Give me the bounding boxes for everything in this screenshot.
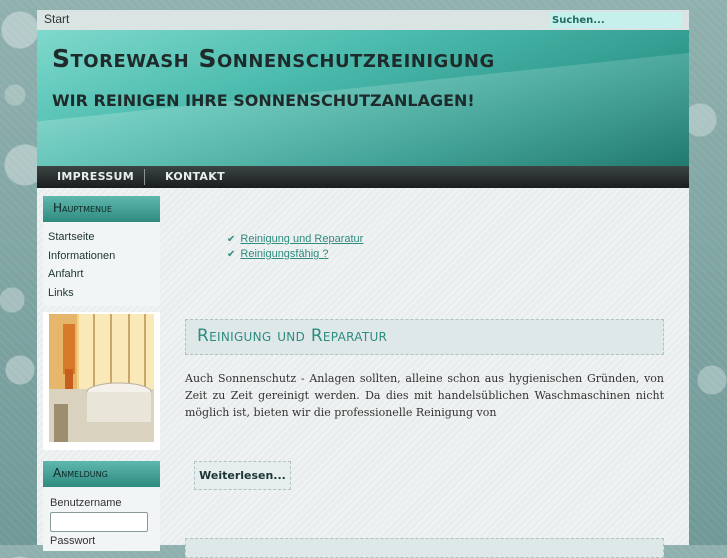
menu-item-anfahrt[interactable]: Anfahrt bbox=[48, 265, 160, 284]
mainmenu-heading: Hauptmenue bbox=[43, 196, 160, 222]
username-input[interactable] bbox=[50, 512, 148, 532]
bathroom-photo-image bbox=[49, 314, 154, 442]
login-heading: Anmeldung bbox=[43, 461, 160, 487]
list-item: ✔ Reinigungsfähig ? bbox=[227, 247, 363, 262]
article-links-list: ✔ Reinigung und Reparatur ✔ Reinigungsfähi… bbox=[227, 232, 363, 262]
top-bar: Start bbox=[37, 10, 689, 30]
page-container: Start Storewash Sonnenschutzreinigung WI… bbox=[37, 10, 689, 558]
list-item: ✔ Reinigung und Reparatur bbox=[227, 232, 363, 247]
site-subtitle: WIR REINIGEN IHRE SONNENSCHUTZANLAGEN! bbox=[52, 91, 475, 110]
menu-item-startseite[interactable]: Startseite bbox=[48, 228, 160, 247]
password-label: Passwort bbox=[50, 535, 96, 547]
check-icon: ✔ bbox=[227, 234, 236, 245]
article-title: Reinigung und Reparatur bbox=[197, 326, 388, 346]
nav-item-kontakt[interactable]: KONTAKT bbox=[165, 170, 225, 183]
article-title-box: Reinigung und Reparatur bbox=[185, 319, 664, 355]
bathroom-photo bbox=[43, 312, 160, 450]
nav-divider bbox=[144, 169, 145, 185]
mainmenu-module: Hauptmenue Startseite Informationen Anfa… bbox=[43, 196, 160, 306]
readmore-button[interactable]: Weiterlesen... bbox=[194, 461, 291, 490]
next-article-box bbox=[185, 538, 664, 558]
search-input[interactable] bbox=[550, 12, 682, 28]
check-icon: ✔ bbox=[227, 249, 236, 260]
menu-item-informationen[interactable]: Informationen bbox=[48, 247, 160, 266]
link-reinigung-und-reparatur[interactable]: Reinigung und Reparatur bbox=[240, 233, 363, 245]
site-title: Storewash Sonnenschutzreinigung bbox=[52, 44, 495, 73]
login-module: Anmeldung Benutzername Passwort bbox=[43, 461, 160, 551]
site-header: Storewash Sonnenschutzreinigung WIR REIN… bbox=[37, 30, 689, 176]
breadcrumb-start-link[interactable]: Start bbox=[44, 12, 69, 26]
article-text: Auch Sonnenschutz - Anlagen sollten, all… bbox=[185, 372, 664, 419]
link-reinigungsfaehig[interactable]: Reinigungsfähig ? bbox=[240, 248, 328, 260]
username-label: Benutzername bbox=[50, 497, 122, 509]
mainmenu-list: Startseite Informationen Anfahrt Links bbox=[43, 222, 160, 306]
main-navigation: IMPRESSUM KONTAKT bbox=[37, 166, 689, 188]
menu-item-links[interactable]: Links bbox=[48, 284, 160, 303]
nav-item-impressum[interactable]: IMPRESSUM bbox=[57, 170, 134, 183]
